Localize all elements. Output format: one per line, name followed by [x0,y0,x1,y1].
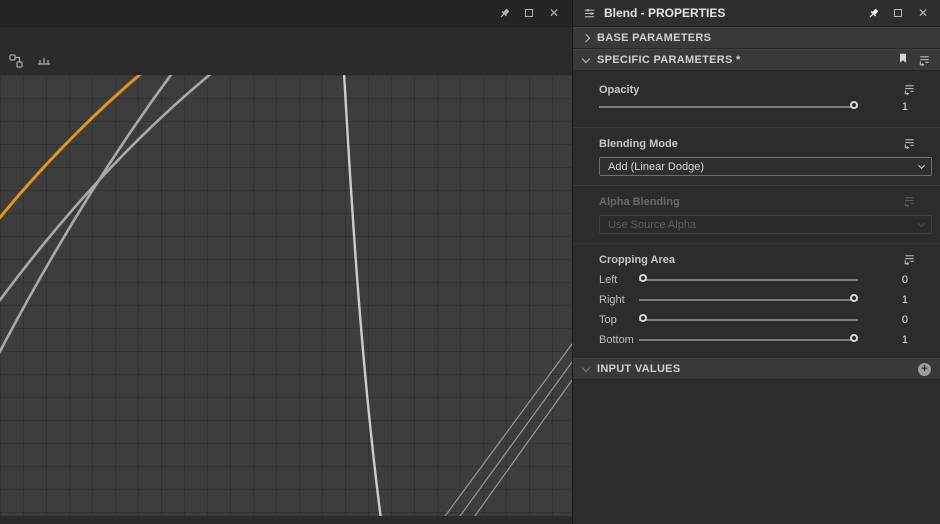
slider-track [639,299,858,301]
canvas-edge [0,516,572,524]
function-icon [903,195,916,208]
slider-handle[interactable] [850,334,858,342]
thin-line-3 [468,379,572,524]
alpha-blending-selected: Use Source Alpha [608,218,697,231]
slider-track [639,279,858,281]
function-icon[interactable] [903,137,916,150]
properties-header: Blend - PROPERTIES ✕ [573,0,940,27]
presets-icon[interactable] [918,54,931,67]
cropping-area-label: Cropping Area [599,253,675,266]
chevron-down-icon [917,161,926,170]
crop-row-left: Left 0 [573,270,940,290]
slider-handle[interactable] [639,314,647,322]
slider-handle[interactable] [850,294,858,302]
opacity-slider-row: 1 [573,96,940,118]
blending-mode-dropdown[interactable]: Add (Linear Dodge) [599,157,932,176]
2d-view-toolbar [0,27,572,75]
chevron-down-icon [581,54,591,63]
opacity-row-header: Opacity [573,83,940,96]
2d-view-header: ✕ [0,0,572,27]
slider-track [639,339,858,341]
crop-row-right: Right 1 [573,290,940,310]
opacity-value[interactable]: 1 [858,101,916,113]
curve-gray-1 [0,75,173,355]
blending-mode-selected: Add (Linear Dodge) [608,160,705,173]
close-icon[interactable]: ✕ [546,5,562,21]
alpha-blending-label: Alpha Blending [599,195,680,208]
function-icon[interactable] [903,253,916,266]
crop-bottom-slider[interactable] [639,333,858,347]
divider [573,185,940,186]
blending-mode-label: Blending Mode [599,137,678,150]
slider-track [639,319,858,321]
crop-right-value[interactable]: 1 [858,294,916,306]
panel-title: Blend - PROPERTIES [604,6,726,20]
crop-top-slider[interactable] [639,313,858,327]
pin-icon[interactable] [496,5,512,21]
slider-handle[interactable] [639,274,647,282]
cropping-rows: Left 0 Right 1 Top 0 Bottom 1 [573,270,940,350]
alpha-blending-row-header: Alpha Blending [573,195,940,208]
curve-gray-2 [0,75,212,303]
node-link-icon[interactable] [7,52,25,70]
divider [573,127,940,128]
close-icon[interactable]: ✕ [915,5,931,21]
properties-icon [581,5,597,21]
ruler-icon[interactable] [35,52,53,70]
crop-left-slider[interactable] [639,273,858,287]
function-icon[interactable] [903,83,916,96]
opacity-slider[interactable] [599,100,858,114]
bookmark-icon[interactable] [897,51,909,69]
crop-right-slider[interactable] [639,293,858,307]
chevron-right-icon [581,33,591,43]
crop-left-value[interactable]: 0 [858,274,916,286]
divider [573,243,940,244]
slider-handle[interactable] [850,101,858,109]
2d-view-panel: ✕ [0,0,572,524]
curve-orange [0,75,142,220]
crop-top-value[interactable]: 0 [858,314,916,326]
properties-panel: Blend - PROPERTIES ✕ BASE PARAMETERS SPE… [572,0,940,524]
thin-line-1 [438,343,572,524]
blending-mode-row-header: Blending Mode [573,137,940,150]
maximize-icon[interactable] [521,5,537,21]
maximize-icon[interactable] [890,5,906,21]
crop-bottom-value[interactable]: 1 [858,334,916,346]
chevron-down-icon [917,219,926,228]
opacity-label: Opacity [599,83,640,96]
cropping-area-row-header: Cropping Area [573,253,940,266]
2d-view-canvas[interactable] [0,75,572,524]
chevron-down-icon [581,363,591,372]
pin-icon[interactable] [865,5,881,21]
curve-light [342,75,383,524]
slider-track [599,106,858,108]
section-base-parameters[interactable]: BASE PARAMETERS [573,27,940,49]
section-specific-parameters[interactable]: SPECIFIC PARAMETERS * [573,49,940,71]
add-input-icon[interactable]: + [918,362,931,376]
section-input-values[interactable]: INPUT VALUES + [573,358,940,380]
crop-row-top: Top 0 [573,310,940,330]
crop-row-bottom: Bottom 1 [573,330,940,350]
thin-line-2 [453,361,572,524]
curves-overlay [0,75,572,524]
alpha-blending-dropdown: Use Source Alpha [599,215,932,234]
